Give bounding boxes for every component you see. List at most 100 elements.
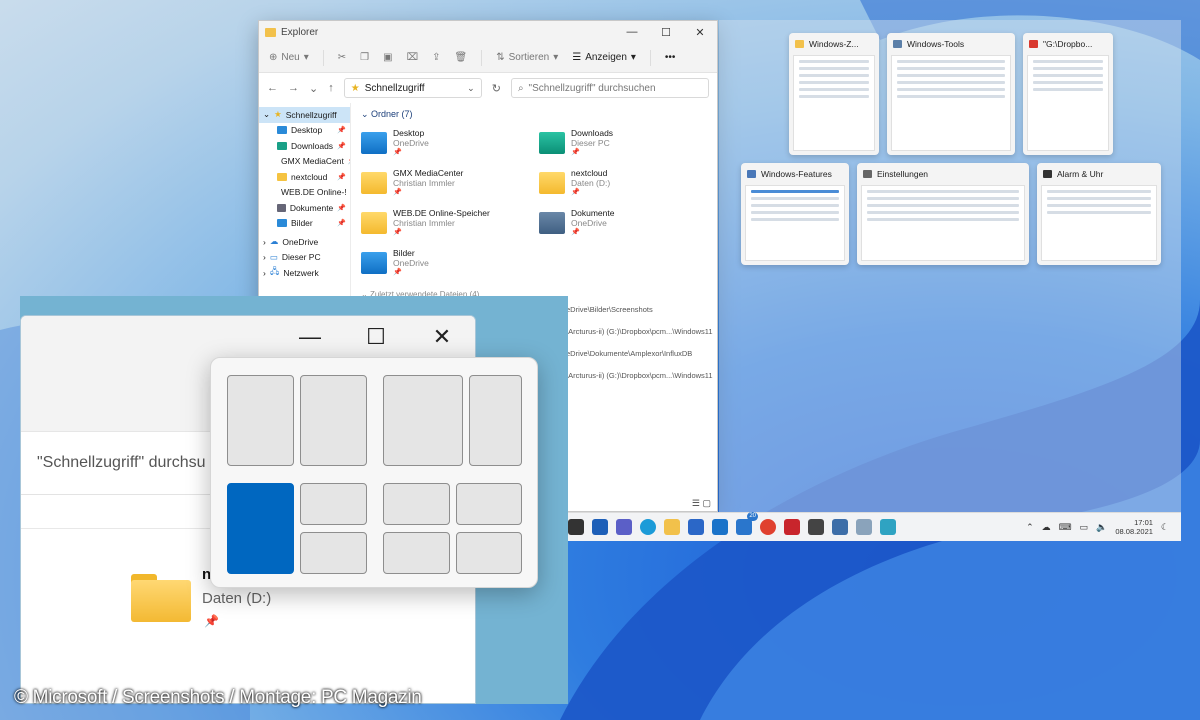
snap-zone-quad-bottom-left[interactable] (383, 532, 450, 574)
recent-file-path[interactable]: \Arcturus-ii) (G:)\Dropbox\pcm...\Window… (566, 327, 713, 349)
forward-arrow-icon[interactable]: → (288, 82, 299, 94)
snap-zone-narrow-right[interactable] (469, 375, 522, 466)
view-icon: ☰ (572, 52, 582, 63)
refresh-icon[interactable]: ↻ (492, 82, 501, 95)
address-bar[interactable]: ★ Schnellzugriff ⌄ (343, 78, 482, 98)
edge-icon[interactable] (640, 519, 656, 535)
tools-icon[interactable] (856, 519, 872, 535)
view-button[interactable]: ☰ Anzeigen ▾ (572, 52, 636, 63)
sidebar-item-webde[interactable]: WEB.DE Online-!📌 (259, 185, 350, 201)
task-card-windows-tools[interactable]: Windows-Tools (887, 33, 1015, 155)
pin-icon: 📌 (348, 157, 350, 165)
maximize-button[interactable]: ☐ (649, 26, 683, 39)
snap-zone-wide-left[interactable] (383, 375, 463, 466)
close-button[interactable]: ✕ (409, 316, 475, 357)
clock-app-icon[interactable] (808, 519, 824, 535)
folder-tile-nextcloud[interactable]: nextcloud Daten (D:) 📌 (539, 168, 707, 198)
search-placeholder: "Schnellzugriff" durchsu (37, 454, 206, 471)
folder-tile-dokumente[interactable]: Dokumente OneDrive 📌 (539, 208, 707, 238)
recent-chevron-icon[interactable]: ⌄ (309, 82, 318, 95)
sidebar-item-gmx[interactable]: GMX MediaCent📌 (259, 154, 350, 170)
close-button[interactable]: ✕ (683, 26, 717, 39)
folder-icon[interactable] (131, 574, 191, 622)
snap-zone-quad-top-left[interactable] (383, 483, 450, 525)
explorer-titlebar[interactable]: Explorer — ☐ ✕ (259, 21, 717, 43)
recent-file-path[interactable]: eDrive\Dokumente\Amplexor\InfluxDB (566, 349, 713, 371)
settings-icon[interactable] (832, 519, 848, 535)
folder-tile-webde[interactable]: WEB.DE Online-Speicher Christian Immler 📌 (361, 208, 529, 238)
share-button[interactable]: ⇪ (432, 52, 440, 63)
snap-zone-layout-3-left[interactable] (227, 483, 294, 574)
details-view-icon[interactable]: ☰ (692, 498, 700, 508)
delete-button[interactable]: 🗑 (455, 52, 468, 63)
chevron-up-icon[interactable]: ⌃ (1026, 522, 1034, 533)
tiles-view-icon[interactable]: ▢ (702, 498, 711, 508)
paste-icon: ▣ (383, 52, 393, 63)
keyboard-icon[interactable]: ⌨ (1059, 522, 1072, 533)
calendar-icon[interactable]: 20 (736, 512, 758, 535)
task-view-icon[interactable] (568, 519, 584, 535)
up-arrow-icon[interactable]: ↑ (328, 82, 334, 94)
snap-zone-layout-3-bottom-right[interactable] (300, 532, 367, 574)
folder-tile-bilder[interactable]: Bilder OneDrive 📌 (361, 248, 529, 278)
sidebar-item-downloads[interactable]: Downloads 📌 (259, 138, 350, 154)
chrome-icon[interactable] (760, 519, 776, 535)
focus-assist-icon[interactable]: ☾ (1161, 522, 1169, 533)
image-credit: © Microsoft / Screenshots / Montage: PC … (14, 687, 422, 708)
snap-zone-half-right[interactable] (300, 375, 367, 466)
cut-button[interactable]: ✂ (338, 52, 346, 63)
widgets-icon[interactable] (592, 519, 608, 535)
sidebar-item-onedrive[interactable]: › ☁ OneDrive (259, 234, 350, 250)
folder-tile-downloads[interactable]: Downloads Dieser PC 📌 (539, 128, 707, 158)
network-icon[interactable]: ▭ (1080, 522, 1089, 533)
sidebar-item-netzwerk[interactable]: › 🖧 Netzwerk (259, 265, 350, 281)
folder-tile-desktop[interactable]: Desktop OneDrive 📌 (361, 128, 529, 158)
explorer-icon[interactable] (664, 519, 680, 535)
chevron-down-icon[interactable]: ⌄ (467, 83, 475, 94)
group-heading[interactable]: ⌄ Ordner (7) (361, 109, 707, 120)
maximize-button[interactable]: ☐ (343, 316, 409, 357)
more-button[interactable]: ••• (665, 52, 676, 63)
folder-tile-gmx[interactable]: GMX MediaCenter Christian Immler 📌 (361, 168, 529, 198)
puzzle-icon[interactable] (784, 519, 800, 535)
task-card-dropbox[interactable]: "G:\Dropbo... (1023, 33, 1113, 155)
sidebar-item-bilder[interactable]: Bilder 📌 (259, 216, 350, 232)
new-button[interactable]: ⊕ Neu ▾ (269, 52, 309, 63)
task-card-windows-z[interactable]: Windows-Z... (789, 33, 879, 155)
recent-file-path[interactable]: \Arcturus-ii) (G:)\Dropbox\pcm...\Window… (566, 371, 713, 393)
address-text: Schnellzugriff (364, 82, 425, 94)
navigation-bar: ← → ⌄ ↑ ★ Schnellzugriff ⌄ ↻ ⌕ "Schnellz… (259, 73, 717, 103)
documents-folder-icon (277, 203, 286, 212)
mail-icon[interactable] (712, 519, 728, 535)
minimize-button[interactable]: — (615, 26, 649, 38)
sidebar-item-schnellzugriff[interactable]: ⌄ ★ Schnellzugriff (259, 107, 350, 123)
task-card-windows-features[interactable]: Windows-Features (741, 163, 849, 265)
sidebar-item-nextcloud[interactable]: nextcloud 📌 (259, 169, 350, 185)
search-input[interactable]: ⌕ "Schnellzugriff" durchsuchen (510, 78, 709, 98)
snap-zone-quad-top-right[interactable] (456, 483, 522, 525)
paste-button[interactable]: ▣ (383, 52, 392, 63)
chat-icon[interactable] (616, 519, 632, 535)
recent-file-path[interactable]: eDrive\Bilder\Screenshots (566, 305, 713, 327)
back-arrow-icon[interactable]: ← (267, 82, 278, 94)
task-card-einstellungen[interactable]: Einstellungen (857, 163, 1029, 265)
cloud-icon[interactable]: ☁ (1042, 522, 1051, 533)
minimize-button[interactable]: — (277, 316, 343, 357)
store-icon[interactable] (688, 519, 704, 535)
volume-icon[interactable]: 🔈 (1096, 522, 1107, 533)
task-card-alarm-uhr[interactable]: Alarm & Uhr (1037, 163, 1161, 265)
tools-icon (893, 40, 902, 48)
clock[interactable]: 17:01 08.08.2021 (1115, 518, 1153, 536)
view-toggle[interactable]: ☰ ▢ (692, 498, 711, 509)
sidebar-item-dieser-pc[interactable]: › ▭ Dieser PC (259, 250, 350, 266)
rename-button[interactable]: ⌧ (407, 52, 419, 63)
sidebar-item-desktop[interactable]: Desktop 📌 (259, 123, 350, 139)
pin-icon: 📌 (393, 189, 402, 196)
copy-button[interactable]: ❐ (360, 52, 369, 63)
sidebar-item-dokumente[interactable]: Dokumente 📌 (259, 200, 350, 216)
features-app-icon[interactable] (880, 519, 896, 535)
sort-button[interactable]: ⇅ Sortieren ▾ (496, 52, 558, 63)
snap-zone-layout-3-top-right[interactable] (300, 483, 367, 525)
snap-zone-half-left[interactable] (227, 375, 294, 466)
snap-zone-quad-bottom-right[interactable] (456, 532, 522, 574)
